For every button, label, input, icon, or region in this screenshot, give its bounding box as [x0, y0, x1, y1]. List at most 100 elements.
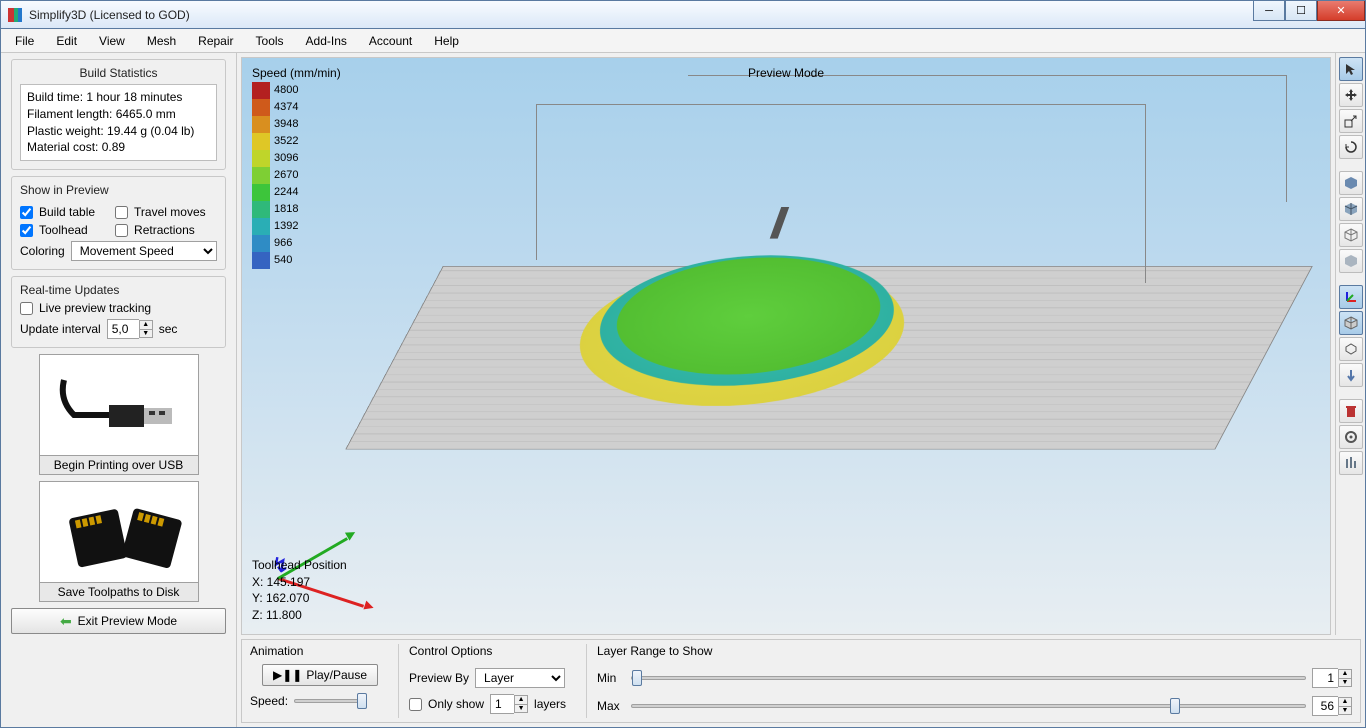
legend-value: 3948: [274, 116, 298, 133]
only-show-input[interactable]: [490, 694, 514, 714]
toolhead-y: Y: 162.070: [252, 590, 347, 607]
stat-weight: Plastic weight: 19.44 g (0.04 lb): [27, 123, 210, 140]
disk-caption: Save Toolpaths to Disk: [40, 582, 198, 601]
legend-swatch: [252, 235, 270, 252]
usb-caption: Begin Printing over USB: [40, 455, 198, 474]
back-arrow-icon: ⬅: [60, 613, 72, 630]
menu-view[interactable]: View: [89, 31, 135, 51]
exit-preview-label: Exit Preview Mode: [78, 614, 177, 628]
window-title: Simplify3D (Licensed to GOD): [29, 8, 1253, 22]
coloring-select[interactable]: Movement Speed: [71, 241, 217, 261]
close-button[interactable]: ✕: [1317, 1, 1365, 21]
speed-legend: Speed (mm/min) 4800437439483522309626702…: [252, 66, 341, 269]
legend-swatch: [252, 252, 270, 269]
min-slider[interactable]: [631, 676, 1306, 680]
update-interval-spinner[interactable]: ▲▼: [107, 319, 153, 339]
support-tool[interactable]: [1339, 451, 1363, 475]
build-stats-box: Build time: 1 hour 18 minutes Filament l…: [20, 84, 217, 161]
legend-value: 1818: [274, 201, 298, 218]
live-preview-label: Live preview tracking: [39, 301, 151, 315]
select-tool[interactable]: [1339, 57, 1363, 81]
menu-addins[interactable]: Add-Ins: [296, 31, 357, 51]
legend-value: 3522: [274, 133, 298, 150]
maximize-button[interactable]: ☐: [1285, 1, 1317, 21]
legend-value: 4374: [274, 99, 298, 116]
preview-viewport[interactable]: ↯ Speed (mm/min) 48004374394835223096267…: [241, 57, 1331, 635]
exit-preview-button[interactable]: ⬅ Exit Preview Mode: [11, 608, 226, 634]
view-shaded-tool[interactable]: [1339, 197, 1363, 221]
max-slider[interactable]: [631, 704, 1306, 708]
legend-value: 540: [274, 252, 298, 269]
play-pause-button[interactable]: ▶❚❚ Play/Pause: [262, 664, 378, 686]
max-input[interactable]: [1312, 696, 1338, 716]
menu-repair[interactable]: Repair: [188, 31, 243, 51]
menu-account[interactable]: Account: [359, 31, 422, 51]
box-view-tool[interactable]: [1339, 311, 1363, 335]
stat-build-time: Build time: 1 hour 18 minutes: [27, 89, 210, 106]
animation-title: Animation: [250, 644, 390, 658]
extrude-tool[interactable]: [1339, 337, 1363, 361]
preview-mode-label: Preview Mode: [748, 66, 824, 80]
minimize-button[interactable]: ─: [1253, 1, 1285, 21]
travel-moves-checkbox[interactable]: [115, 206, 128, 219]
layer-range-title: Layer Range to Show: [597, 644, 1352, 658]
max-label: Max: [597, 699, 625, 713]
rotate-tool[interactable]: [1339, 135, 1363, 159]
update-interval-unit: sec: [159, 322, 178, 336]
only-show-unit: layers: [534, 697, 566, 711]
settings-tool[interactable]: [1339, 425, 1363, 449]
axes-tool[interactable]: [1339, 285, 1363, 309]
legend-swatch: [252, 116, 270, 133]
save-toolpaths-disk-button[interactable]: Save Toolpaths to Disk: [39, 481, 199, 602]
move-tool[interactable]: [1339, 83, 1363, 107]
bottom-panel: Animation ▶❚❚ Play/Pause Speed: Control …: [241, 639, 1361, 723]
axis-down-tool[interactable]: [1339, 363, 1363, 387]
scale-tool[interactable]: [1339, 109, 1363, 133]
legend-swatch: [252, 184, 270, 201]
view-wire-tool[interactable]: [1339, 223, 1363, 247]
build-stats-group: Build Statistics Build time: 1 hour 18 m…: [11, 59, 226, 170]
usb-icon: [44, 355, 194, 455]
preview-by-select[interactable]: Layer: [475, 668, 565, 688]
menu-file[interactable]: File: [5, 31, 44, 51]
retractions-label: Retractions: [134, 223, 195, 237]
menu-edit[interactable]: Edit: [46, 31, 87, 51]
legend-value: 4800: [274, 82, 298, 99]
toolhead-nozzle: [770, 208, 789, 240]
build-table-checkbox[interactable]: [20, 206, 33, 219]
delete-tool[interactable]: [1339, 399, 1363, 423]
menu-tools[interactable]: Tools: [246, 31, 294, 51]
titlebar: Simplify3D (Licensed to GOD) ─ ☐ ✕: [1, 1, 1365, 29]
show-in-preview-group: Show in Preview Build table Toolhead Tra…: [11, 176, 226, 270]
retractions-checkbox[interactable]: [115, 224, 128, 237]
legend-value: 1392: [274, 218, 298, 235]
legend-swatch: [252, 82, 270, 99]
sidebar: Build Statistics Build time: 1 hour 18 m…: [1, 53, 237, 727]
live-preview-checkbox[interactable]: [20, 302, 33, 315]
toolhead-checkbox[interactable]: [20, 224, 33, 237]
toolhead-z: Z: 11.800: [252, 607, 347, 624]
stat-cost: Material cost: 0.89: [27, 139, 210, 156]
update-interval-label: Update interval: [20, 322, 101, 336]
min-input[interactable]: [1312, 668, 1338, 688]
update-interval-input[interactable]: [107, 319, 139, 339]
only-show-spinner[interactable]: ▲▼: [490, 694, 528, 714]
menu-help[interactable]: Help: [424, 31, 469, 51]
min-spinner[interactable]: ▲▼: [1312, 668, 1352, 688]
legend-title: Speed (mm/min): [252, 66, 341, 80]
view-bottom-tool[interactable]: [1339, 249, 1363, 273]
build-table-label: Build table: [39, 205, 95, 219]
legend-swatch: [252, 218, 270, 235]
legend-value: 966: [274, 235, 298, 252]
app-icon: [7, 7, 23, 23]
travel-moves-label: Travel moves: [134, 205, 206, 219]
speed-slider[interactable]: [294, 699, 364, 703]
only-show-checkbox[interactable]: [409, 698, 422, 711]
legend-value: 2244: [274, 184, 298, 201]
only-show-label: Only show: [428, 697, 484, 711]
menu-mesh[interactable]: Mesh: [137, 31, 186, 51]
max-spinner[interactable]: ▲▼: [1312, 696, 1352, 716]
legend-value: 3096: [274, 150, 298, 167]
view-solid-tool[interactable]: [1339, 171, 1363, 195]
begin-printing-usb-button[interactable]: Begin Printing over USB: [39, 354, 199, 475]
